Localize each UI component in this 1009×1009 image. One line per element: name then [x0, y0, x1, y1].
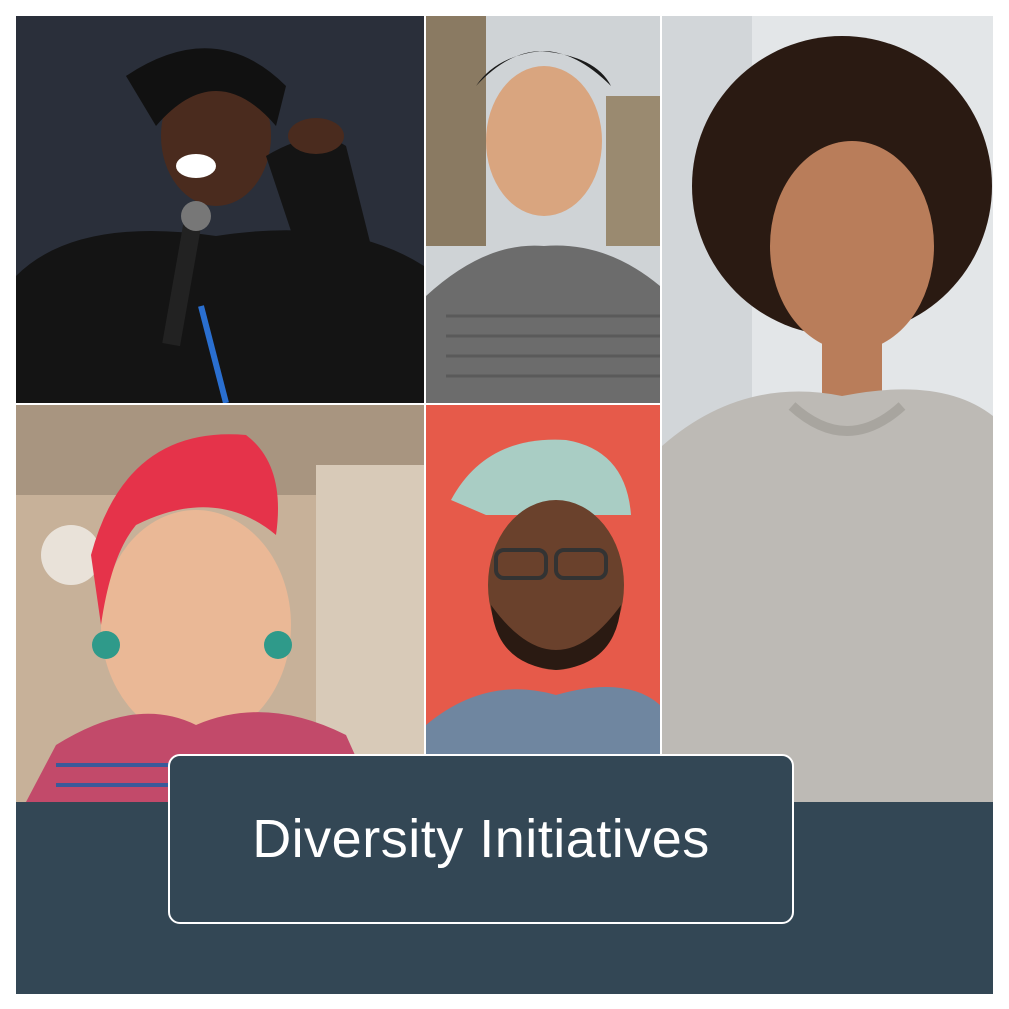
photo-man-grey-shirt [426, 16, 660, 403]
banner-title: Diversity Initiatives [252, 809, 710, 869]
photo-woman-red-hair [16, 405, 424, 802]
photo-man-cap-red-background [426, 405, 660, 802]
photo-speaker-with-microphone [16, 16, 424, 403]
collage-card: Diversity Initiatives [16, 16, 993, 994]
banner-title-box: Diversity Initiatives [168, 754, 794, 924]
photo-woman-curly-hair [662, 16, 993, 802]
